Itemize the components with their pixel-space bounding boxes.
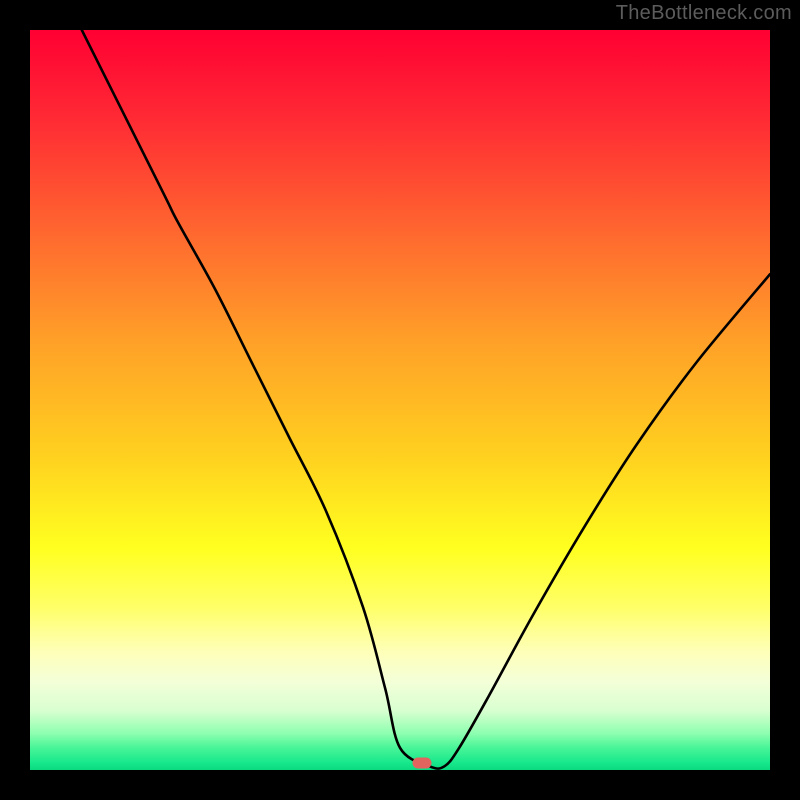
bottleneck-curve — [30, 30, 770, 770]
plot-area — [30, 30, 770, 770]
chart-frame: TheBottleneck.com — [0, 0, 800, 800]
optimum-marker — [413, 757, 432, 768]
watermark-text: TheBottleneck.com — [616, 2, 792, 25]
